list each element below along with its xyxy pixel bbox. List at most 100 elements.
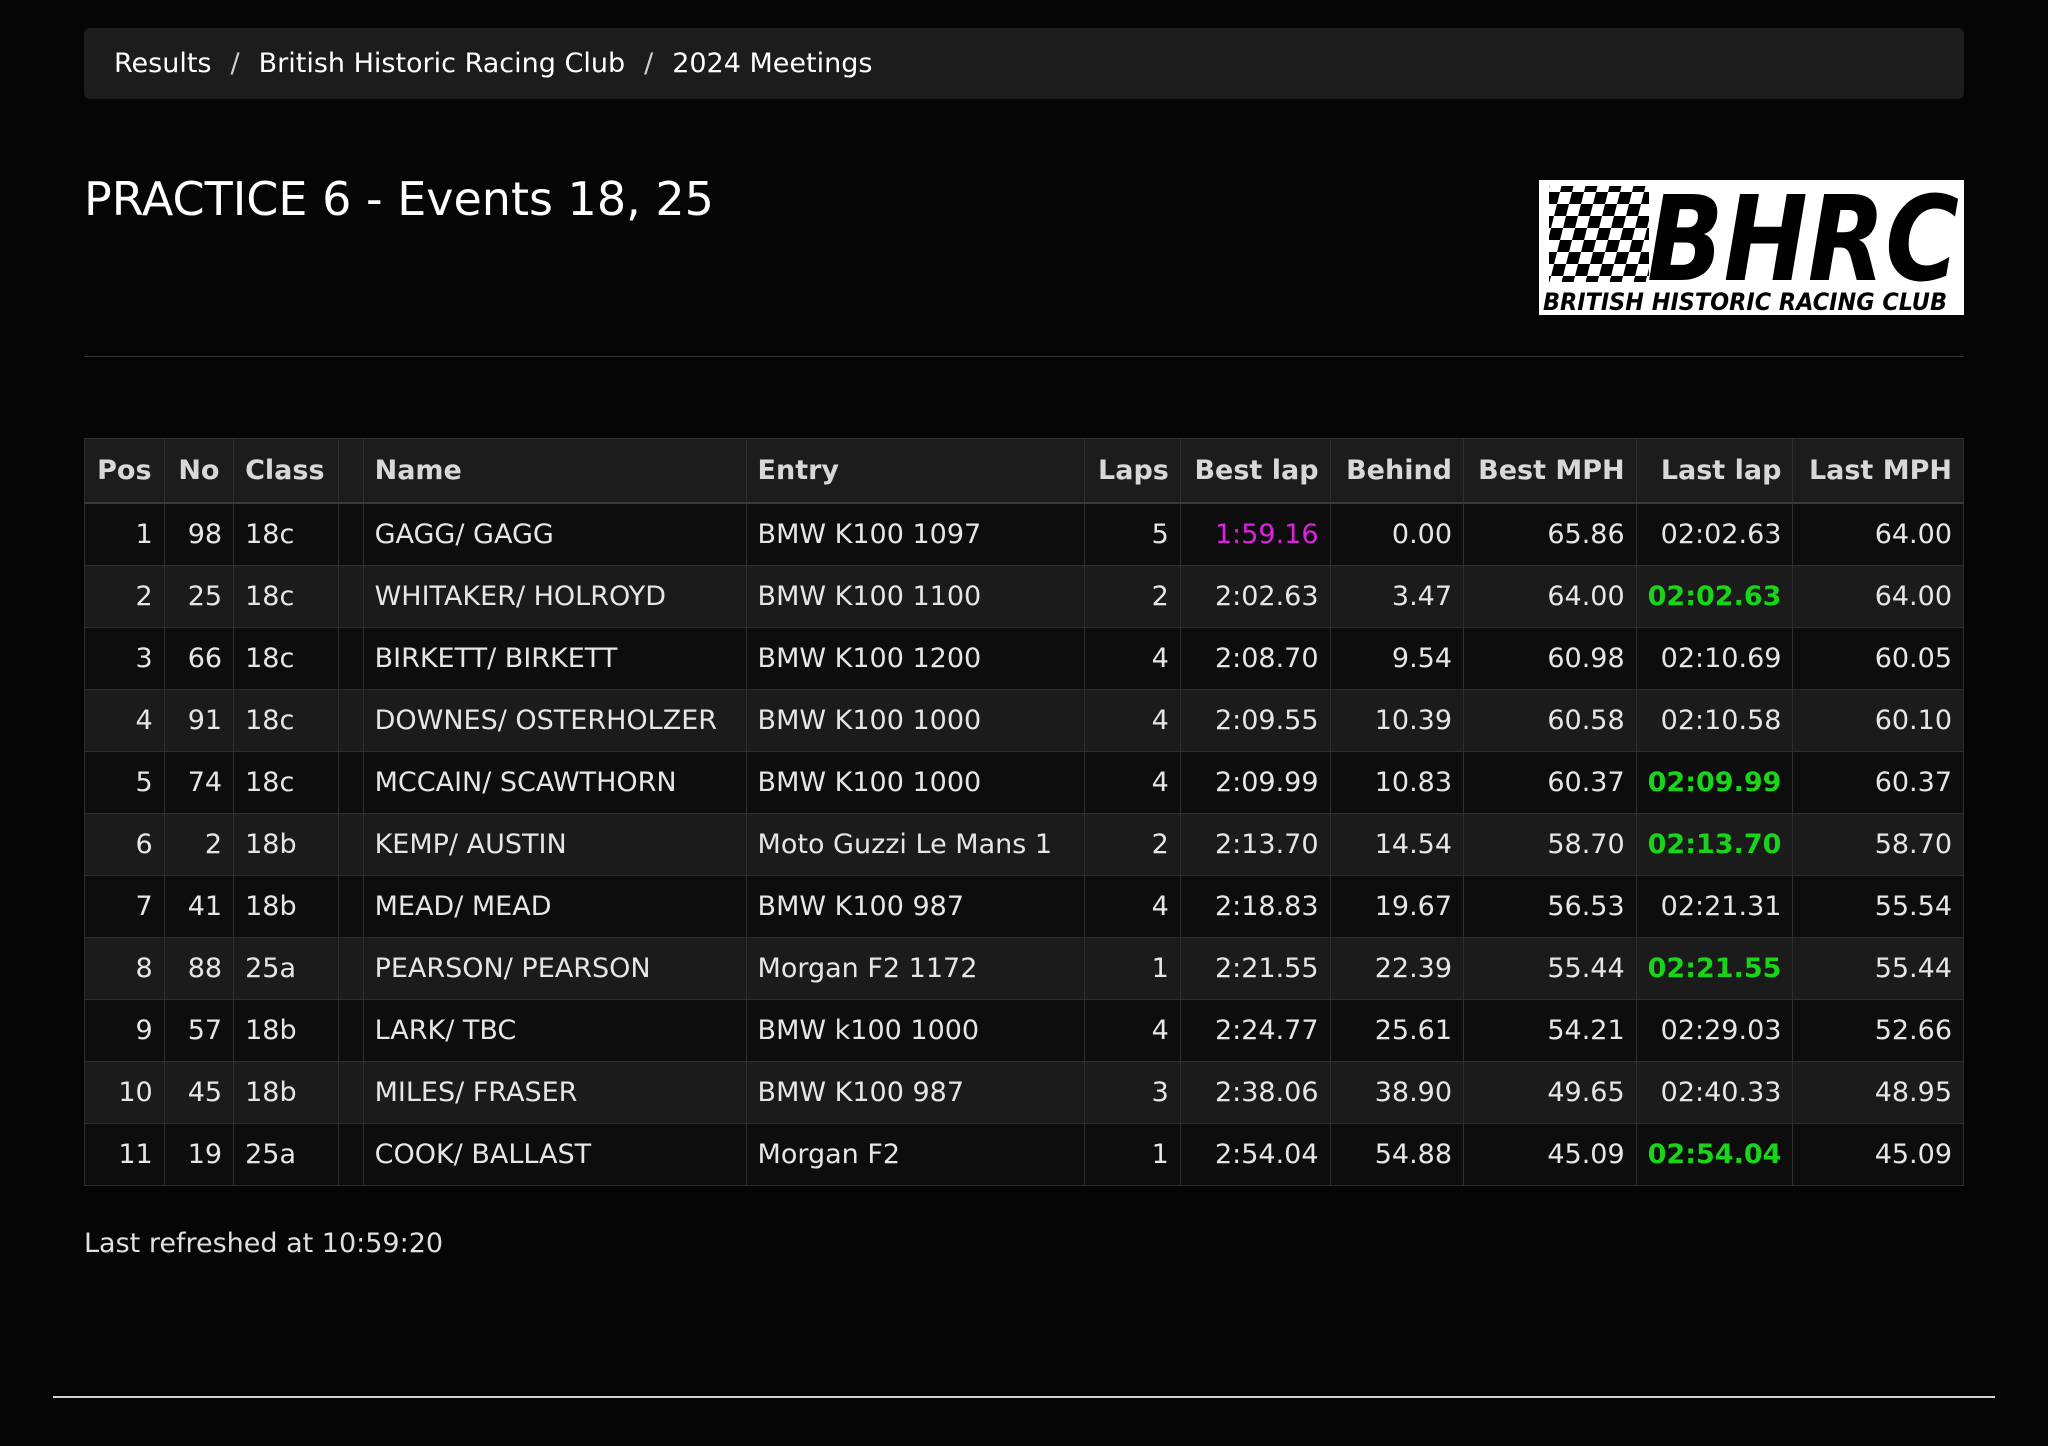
cell-name: GAGG/ GAGG (362, 502, 747, 566)
last-refreshed: Last refreshed at 10:59:20 (84, 1228, 444, 1259)
cell-class: 18b (233, 1061, 339, 1124)
cell-no: 41 (163, 875, 235, 938)
table-row[interactable]: 9 57 18b LARK/ TBC BMW k100 1000 4 2:24.77 25.6… (84, 999, 1964, 1062)
col-header-best-lap[interactable]: Best lap (1179, 438, 1331, 504)
cell-last-mph: 55.44 (1792, 937, 1964, 1000)
cell-best-mph: 56.53 (1463, 875, 1637, 938)
cell-best-mph: 60.37 (1463, 751, 1637, 814)
cell-last-lap: 02:02.63 (1635, 565, 1794, 628)
col-header-last-lap[interactable]: Last lap (1635, 438, 1794, 504)
logo-sub-text: BRITISH HISTORIC RACING CLUB (1543, 288, 1947, 315)
cell-last-mph: 60.10 (1792, 689, 1964, 752)
cell-no: 25 (163, 565, 235, 628)
cell-pos: 1 (84, 502, 165, 566)
cell-name: COOK/ BALLAST (362, 1123, 747, 1186)
cell-best-mph: 64.00 (1463, 565, 1637, 628)
col-header-name[interactable]: Name (362, 438, 747, 504)
cell-laps: 3 (1084, 1061, 1181, 1124)
cell-blank (337, 502, 364, 566)
col-header-no[interactable]: No (163, 438, 235, 504)
cell-no: 88 (163, 937, 235, 1000)
col-header-blank (337, 438, 364, 504)
cell-blank (337, 751, 364, 814)
cell-last-mph: 60.05 (1792, 627, 1964, 690)
cell-last-lap: 02:21.31 (1635, 875, 1794, 938)
col-header-last-mph[interactable]: Last MPH (1792, 438, 1964, 504)
col-header-behind[interactable]: Behind (1329, 438, 1465, 504)
cell-best-mph: 58.70 (1463, 813, 1637, 876)
cell-name: LARK/ TBC (362, 999, 747, 1062)
cell-behind: 14.54 (1329, 813, 1465, 876)
table-row[interactable]: 6 2 18b KEMP/ AUSTIN Moto Guzzi Le Mans 1 2 2:… (84, 813, 1964, 876)
cell-class: 18b (233, 999, 339, 1062)
cell-last-lap: 02:02.63 (1635, 502, 1794, 566)
cell-no: 45 (163, 1061, 235, 1124)
cell-class: 18c (233, 565, 339, 628)
cell-best-lap: 1:59.16 (1179, 502, 1331, 566)
table-row[interactable]: 2 25 18c WHITAKER/ HOLROYD BMW K100 1100 2 2:0… (84, 565, 1964, 628)
table-row[interactable]: 10 45 18b MILES/ FRASER BMW K100 987 3 2:38.06… (84, 1061, 1964, 1124)
table-row[interactable]: 11 19 25a COOK/ BALLAST Morgan F2 1 2:54.04 54.… (84, 1123, 1964, 1186)
cell-entry: BMW K100 987 (745, 875, 1086, 938)
cell-behind: 9.54 (1329, 627, 1465, 690)
cell-best-lap: 2:02.63 (1179, 565, 1331, 628)
cell-laps: 2 (1084, 565, 1181, 628)
cell-class: 18b (233, 813, 339, 876)
cell-laps: 4 (1084, 875, 1181, 938)
cell-name: BIRKETT/ BIRKETT (362, 627, 747, 690)
cell-best-lap: 2:08.70 (1179, 627, 1331, 690)
cell-behind: 0.00 (1329, 502, 1465, 566)
cell-pos: 3 (84, 627, 165, 690)
cell-last-mph: 55.54 (1792, 875, 1964, 938)
cell-behind: 38.90 (1329, 1061, 1465, 1124)
cell-behind: 54.88 (1329, 1123, 1465, 1186)
breadcrumb-separator: / (230, 48, 240, 79)
cell-no: 2 (163, 813, 235, 876)
cell-pos: 11 (84, 1123, 165, 1186)
cell-blank (337, 565, 364, 628)
col-header-laps[interactable]: Laps (1084, 438, 1181, 504)
col-header-best-mph[interactable]: Best MPH (1463, 438, 1637, 504)
table-row[interactable]: 4 91 18c DOWNES/ OSTERHOLZER BMW K100 1000 4 2… (84, 689, 1964, 752)
cell-no: 19 (163, 1123, 235, 1186)
cell-name: MEAD/ MEAD (362, 875, 747, 938)
cell-entry: Moto Guzzi Le Mans 1 (745, 813, 1086, 876)
cell-entry: Morgan F2 1172 (745, 937, 1086, 1000)
cell-name: PEARSON/ PEARSON (362, 937, 747, 1000)
cell-blank (337, 937, 364, 1000)
table-row[interactable]: 5 74 18c MCCAIN/ SCAWTHORN BMW K100 1000 4 2:0… (84, 751, 1964, 814)
cell-last-mph: 64.00 (1792, 502, 1964, 566)
footer-divider (53, 1396, 1995, 1398)
cell-pos: 5 (84, 751, 165, 814)
cell-blank (337, 627, 364, 690)
bhrc-logo: BHRC BRITISH HISTORIC RACING CLUB (1539, 180, 1964, 315)
cell-behind: 25.61 (1329, 999, 1465, 1062)
col-header-pos[interactable]: Pos (84, 438, 165, 504)
table-row[interactable]: 8 88 25a PEARSON/ PEARSON Morgan F2 1172 1 2:2… (84, 937, 1964, 1000)
page-title: PRACTICE 6 - Events 18, 25 (84, 172, 714, 226)
cell-class: 18c (233, 502, 339, 566)
table-row[interactable]: 3 66 18c BIRKETT/ BIRKETT BMW K100 1200 4 2:08… (84, 627, 1964, 690)
table-row[interactable]: 7 41 18b MEAD/ MEAD BMW K100 987 4 2:18.83 19.6… (84, 875, 1964, 938)
cell-laps: 1 (1084, 1123, 1181, 1186)
col-header-class[interactable]: Class (233, 438, 339, 504)
cell-entry: BMW k100 1000 (745, 999, 1086, 1062)
cell-no: 91 (163, 689, 235, 752)
cell-last-mph: 58.70 (1792, 813, 1964, 876)
cell-best-lap: 2:18.83 (1179, 875, 1331, 938)
breadcrumb-results-link[interactable]: Results (114, 48, 212, 79)
breadcrumb-club-link[interactable]: British Historic Racing Club (259, 48, 625, 79)
breadcrumb-meetings-link[interactable]: 2024 Meetings (672, 48, 872, 79)
table-row[interactable]: 1 98 18c GAGG/ GAGG BMW K100 1097 5 1:59.16 0.0… (84, 502, 1964, 566)
cell-class: 18c (233, 751, 339, 814)
cell-best-mph: 65.86 (1463, 502, 1637, 566)
cell-last-mph: 52.66 (1792, 999, 1964, 1062)
cell-best-lap: 2:09.99 (1179, 751, 1331, 814)
bhrc-logo-graphic: BHRC BRITISH HISTORIC RACING CLUB (1543, 180, 1959, 315)
col-header-entry[interactable]: Entry (745, 438, 1086, 504)
cell-best-lap: 2:38.06 (1179, 1061, 1331, 1124)
cell-behind: 10.39 (1329, 689, 1465, 752)
cell-class: 18c (233, 627, 339, 690)
cell-behind: 3.47 (1329, 565, 1465, 628)
cell-pos: 6 (84, 813, 165, 876)
